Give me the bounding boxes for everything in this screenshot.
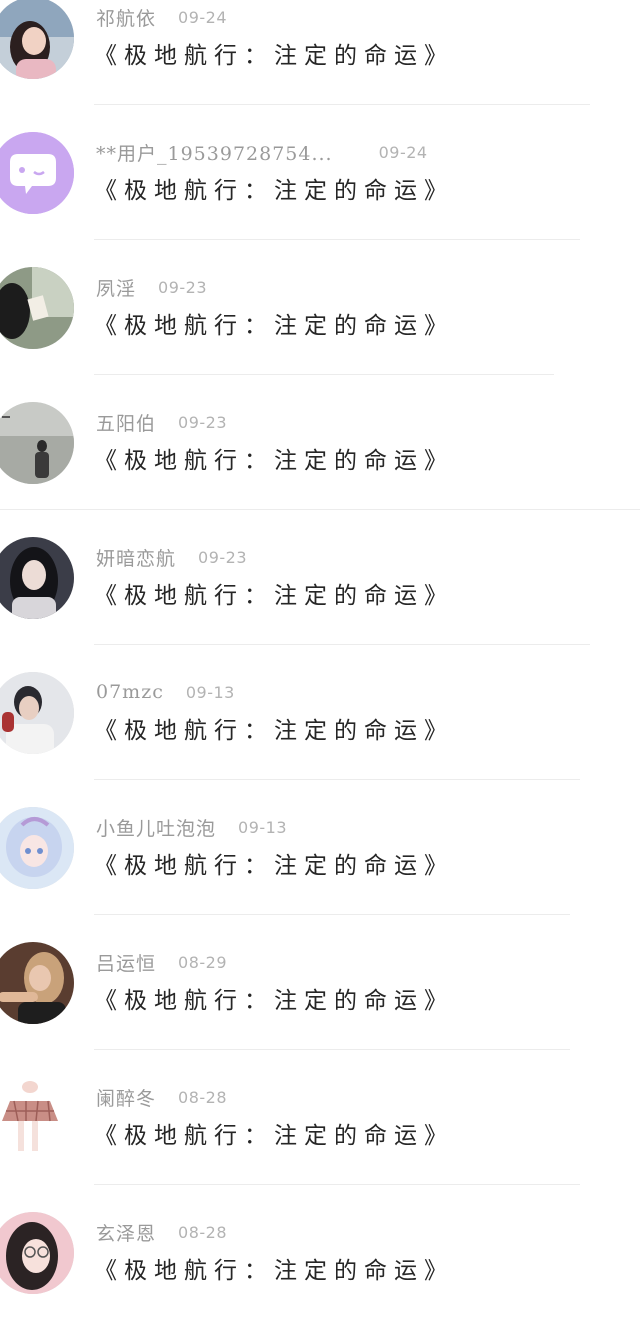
comment-date: 09-24 — [378, 142, 428, 162]
user-avatar[interactable] — [0, 1212, 74, 1294]
comment-date: 09-23 — [158, 277, 208, 297]
comment-text: 《极地航行：注定的命运》 — [94, 718, 454, 744]
row-divider — [94, 104, 590, 105]
comment-date: 09-13 — [238, 817, 288, 837]
row-divider — [94, 644, 590, 645]
comment-text: 《极地航行：注定的命运》 — [94, 43, 454, 69]
comment-item[interactable]: 夙淫 09-23 《极地航行：注定的命运》 — [0, 245, 640, 380]
anime-girl-avatar-icon — [0, 807, 74, 889]
comment-date: 08-28 — [178, 1222, 228, 1242]
reading-window-avatar-icon — [0, 267, 74, 349]
comment-meta: 阑醉冬 08-28 — [96, 1084, 228, 1111]
user-avatar[interactable] — [0, 0, 74, 79]
row-divider — [94, 1049, 570, 1050]
username[interactable]: 07mzc — [96, 681, 164, 703]
comment-text: 《极地航行：注定的命运》 — [94, 448, 454, 474]
comment-text: 《极地航行：注定的命运》 — [94, 178, 454, 204]
row-divider — [0, 509, 640, 510]
comment-text: 《极地航行：注定的命运》 — [94, 988, 454, 1014]
default-chat-avatar-icon — [0, 132, 74, 214]
user-avatar[interactable] — [0, 807, 74, 889]
username[interactable]: 祁航依 — [96, 4, 156, 31]
comment-meta: 祁航依 09-24 — [96, 4, 228, 31]
user-avatar[interactable] — [0, 942, 74, 1024]
row-divider — [94, 779, 580, 780]
comment-meta: **用户_19539728754... 09-24 — [96, 139, 428, 166]
comment-text: 《极地航行：注定的命运》 — [94, 1123, 454, 1149]
username[interactable]: 夙淫 — [96, 274, 136, 301]
comment-meta: 妍暗恋航 09-23 — [96, 544, 248, 571]
username[interactable]: 妍暗恋航 — [96, 544, 176, 571]
comment-list: 祁航依 09-24 《极地航行：注定的命运》 **用户_19539728754.… — [0, 0, 640, 1294]
username[interactable]: 小鱼儿吐泡泡 — [96, 814, 216, 841]
user-avatar[interactable] — [0, 132, 74, 214]
comment-item[interactable]: 07mzc 09-13 《极地航行：注定的命运》 — [0, 650, 640, 785]
comment-text: 《极地航行：注定的命运》 — [94, 1258, 454, 1284]
comment-item[interactable]: **用户_19539728754... 09-24 《极地航行：注定的命运》 — [0, 110, 640, 245]
comment-item[interactable]: 阑醉冬 08-28 《极地航行：注定的命运》 — [0, 1055, 640, 1190]
comment-item[interactable]: 五阳伯 09-23 《极地航行：注定的命运》 — [0, 380, 640, 515]
row-divider — [94, 239, 580, 240]
comment-date: 08-28 — [178, 1087, 228, 1107]
woman-cigarette-avatar-icon — [0, 942, 74, 1024]
comment-date: 09-13 — [185, 682, 235, 702]
comment-date: 09-23 — [198, 547, 248, 567]
comment-meta: 玄泽恩 08-28 — [96, 1219, 228, 1246]
comment-date: 09-23 — [178, 412, 228, 432]
comment-date: 09-24 — [178, 7, 228, 27]
comment-meta: 07mzc 09-13 — [96, 680, 235, 704]
username[interactable]: 五阳伯 — [96, 409, 156, 436]
comment-item[interactable]: 吕运恒 08-29 《极地航行：注定的命运》 — [0, 920, 640, 1055]
username[interactable]: 玄泽恩 — [96, 1219, 156, 1246]
girl-sea-avatar-icon — [0, 0, 74, 79]
row-divider — [94, 1184, 580, 1185]
comment-item[interactable]: 祁航依 09-24 《极地航行：注定的命运》 — [0, 0, 640, 110]
comment-item[interactable]: 小鱼儿吐泡泡 09-13 《极地航行：注定的命运》 — [0, 785, 640, 920]
comment-item[interactable]: 妍暗恋航 09-23 《极地航行：注定的命运》 — [0, 515, 640, 650]
comment-date: 08-29 — [178, 952, 228, 972]
row-divider — [94, 374, 554, 375]
username[interactable]: **用户_19539728754... — [96, 139, 333, 166]
comment-meta: 五阳伯 09-23 — [96, 409, 228, 436]
man-portrait-avatar-icon — [0, 672, 74, 754]
user-avatar[interactable] — [0, 402, 74, 484]
comment-meta: 吕运恒 08-29 — [96, 949, 228, 976]
comment-meta: 夙淫 09-23 — [96, 274, 208, 301]
user-avatar[interactable] — [0, 1077, 74, 1159]
girl-glasses-avatar-icon — [0, 1212, 74, 1294]
username[interactable]: 吕运恒 — [96, 949, 156, 976]
comment-text: 《极地航行：注定的命运》 — [94, 853, 454, 879]
girl-dark-hair-avatar-icon — [0, 537, 74, 619]
comment-meta: 小鱼儿吐泡泡 09-13 — [96, 814, 288, 841]
username[interactable]: 阑醉冬 — [96, 1084, 156, 1111]
user-avatar[interactable] — [0, 672, 74, 754]
man-seaside-avatar-icon — [0, 402, 74, 484]
plaid-skirt-avatar-icon — [0, 1077, 74, 1159]
user-avatar[interactable] — [0, 537, 74, 619]
user-avatar[interactable] — [0, 267, 74, 349]
comment-text: 《极地航行：注定的命运》 — [94, 583, 454, 609]
comment-text: 《极地航行：注定的命运》 — [94, 313, 454, 339]
comment-item[interactable]: 玄泽恩 08-28 《极地航行：注定的命运》 — [0, 1190, 640, 1325]
row-divider — [94, 914, 570, 915]
